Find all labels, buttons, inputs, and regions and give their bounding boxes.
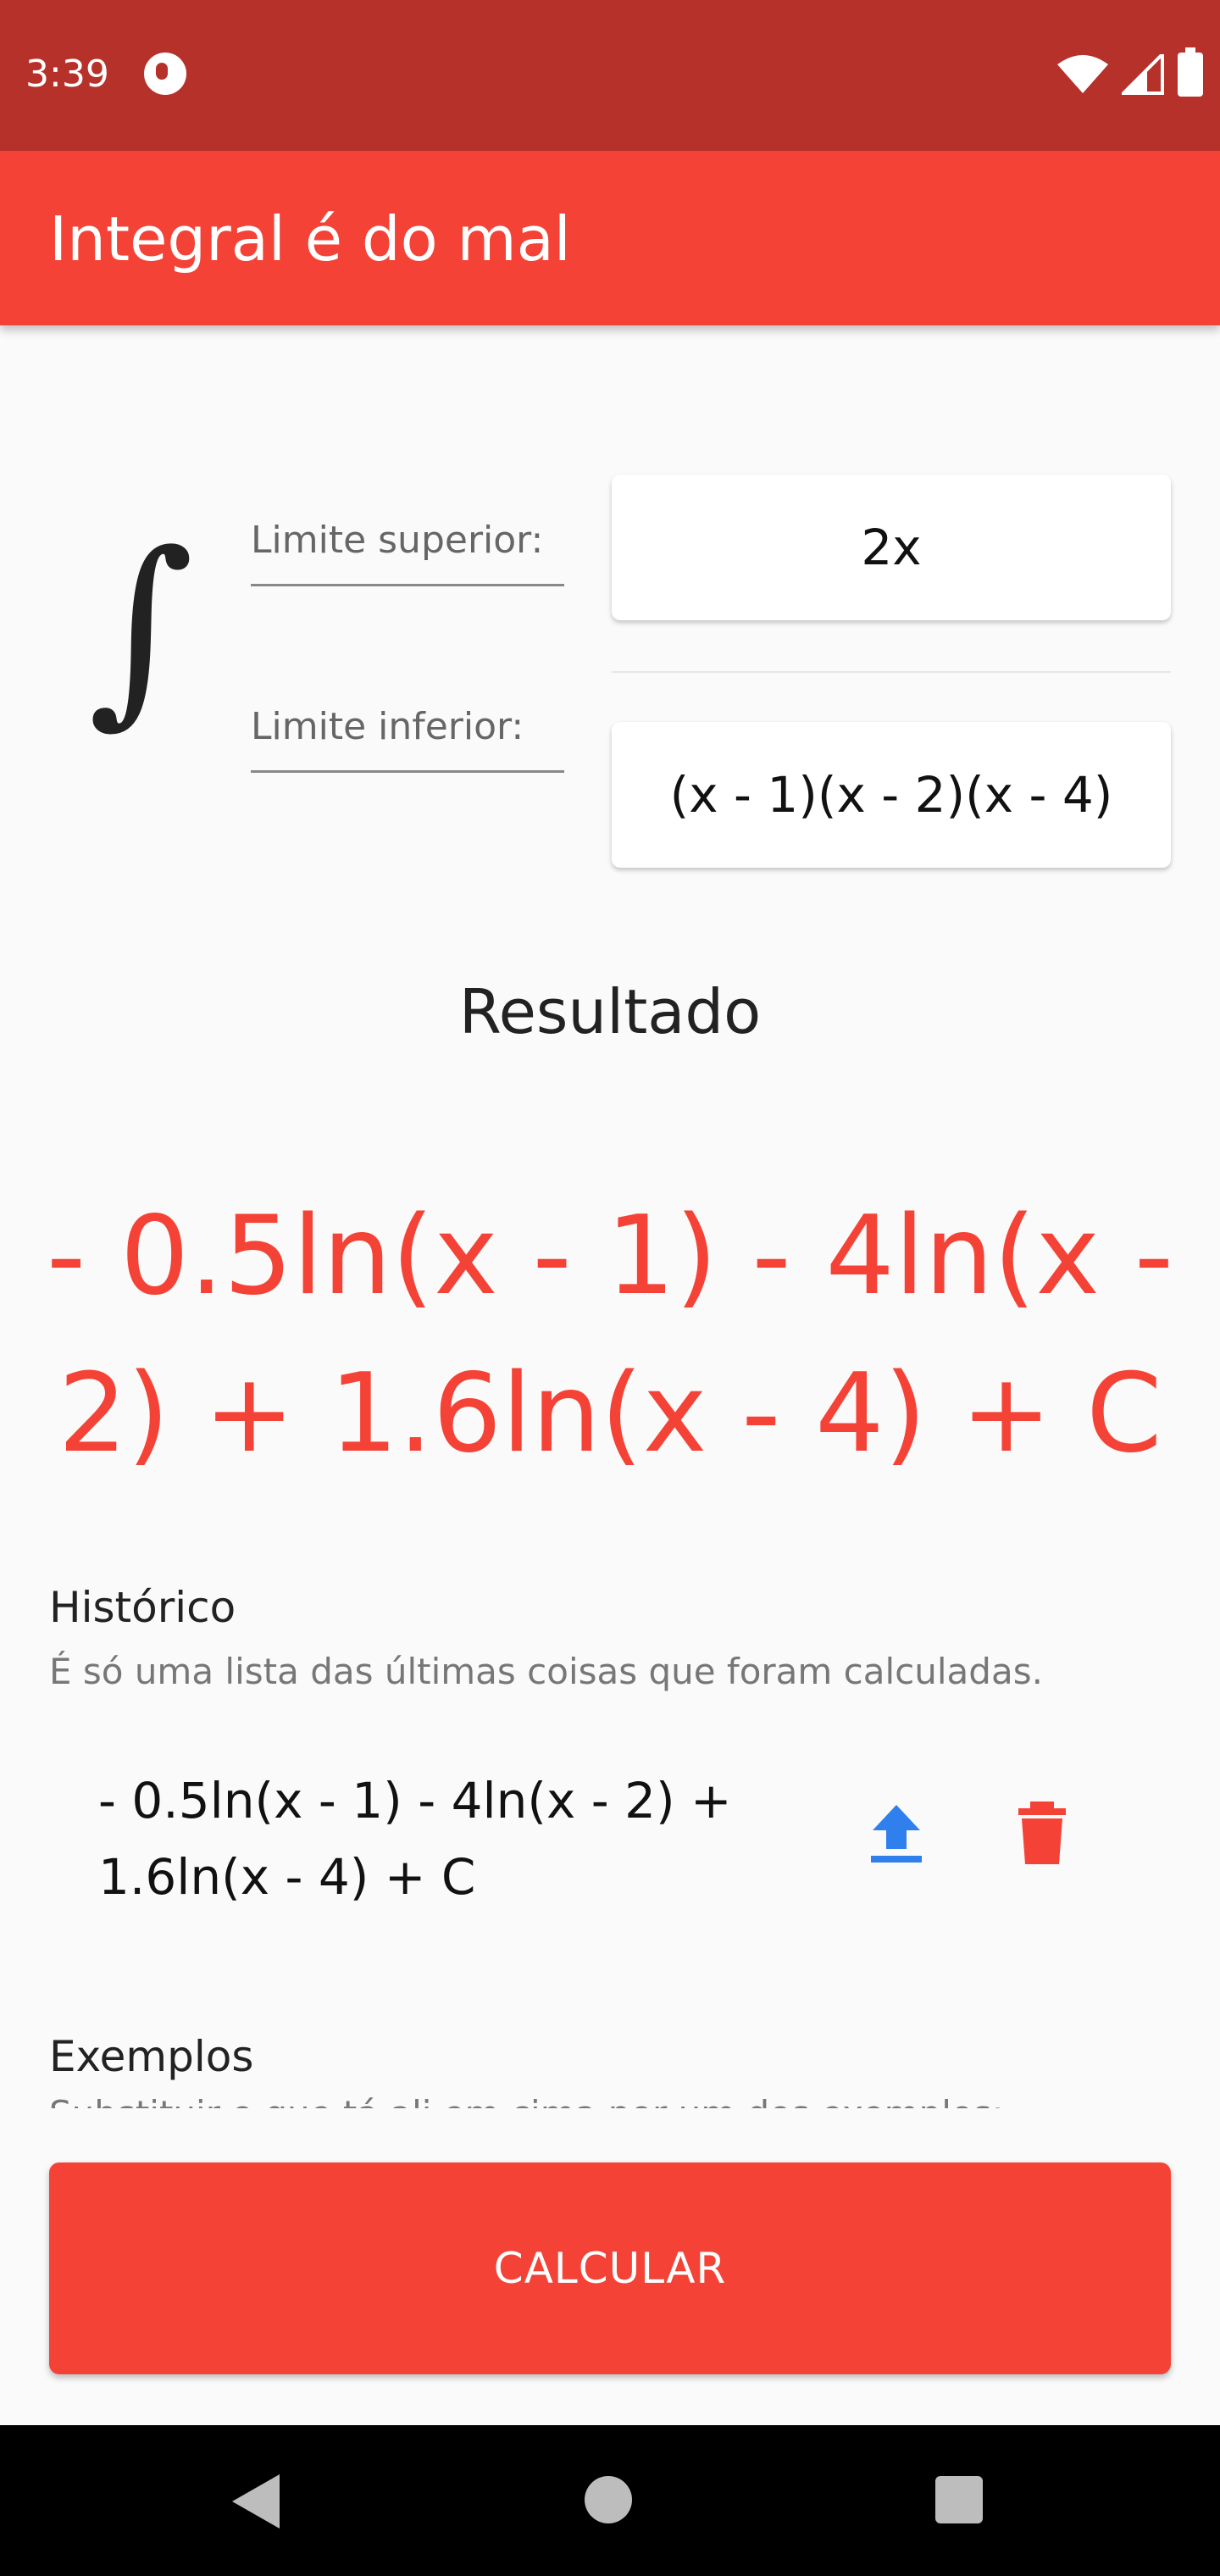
calculate-button[interactable]: CALCULAR [49, 2162, 1171, 2374]
wifi-icon [1057, 55, 1108, 93]
calculate-button-label: CALCULAR [493, 2244, 727, 2293]
status-icons [1057, 47, 1203, 97]
integral-symbol: ∫ [88, 508, 195, 746]
delete-icon[interactable] [1018, 1802, 1066, 1864]
status-time: 3:39 [25, 53, 109, 96]
back-icon[interactable] [230, 2474, 281, 2529]
signal-icon [1122, 54, 1164, 95]
upper-limit-label: Limite superior: [251, 519, 544, 562]
fraction-divider [612, 671, 1171, 673]
app-title: Integral é do mal [49, 203, 571, 275]
examples-title: Exemplos [49, 2032, 254, 2081]
status-bar: 3:39 [0, 0, 1220, 151]
history-item-expression: - 0.5ln(x - 1) - 4ln(x - 2) + 1.6ln(x - … [98, 1772, 732, 1906]
upper-limit-field[interactable]: Limite superior: [251, 519, 564, 586]
denominator-input[interactable]: (x - 1)(x - 2)(x - 4) [612, 722, 1171, 868]
result-heading: Resultado [458, 976, 762, 1047]
battery-icon [1178, 47, 1203, 97]
history-subtitle: É só uma lista das últimas coisas que fo… [49, 1651, 1043, 1692]
result-expression: - 0.5ln(x - 1) - 4ln(x - 2) + 1.6ln(x - … [47, 1193, 1173, 1477]
denominator-value: (x - 1)(x - 2)(x - 4) [669, 766, 1113, 824]
recents-icon[interactable] [935, 2476, 983, 2523]
scroll-clip-cover [0, 2108, 1220, 2159]
home-icon[interactable] [585, 2476, 632, 2523]
numerator-value: 2x [861, 519, 922, 576]
lower-limit-field[interactable]: Limite inferior: [251, 705, 564, 773]
upload-icon[interactable] [869, 1802, 923, 1864]
system-nav-bar [0, 2425, 1220, 2576]
app-bar: Integral é do mal [0, 151, 1220, 325]
lower-limit-label: Limite inferior: [251, 705, 524, 748]
history-title: Histórico [49, 1583, 236, 1632]
numerator-input[interactable]: 2x [612, 475, 1171, 620]
notification-icon [144, 53, 186, 95]
